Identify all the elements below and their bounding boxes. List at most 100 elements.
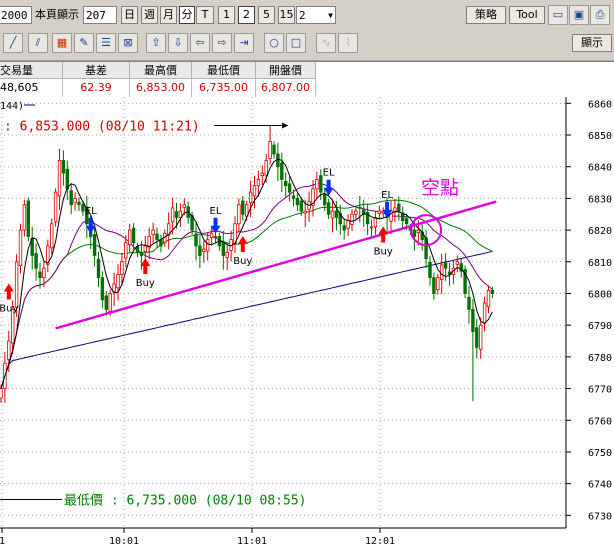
square-icon[interactable]: □ xyxy=(286,33,306,53)
candle-body xyxy=(248,191,253,204)
exit-label: EL xyxy=(381,190,393,201)
candle-body xyxy=(482,302,487,324)
exit-label: EL xyxy=(323,168,335,179)
candle-body xyxy=(209,232,214,239)
page-count-input[interactable]: 207 xyxy=(83,6,117,24)
candle-body xyxy=(350,213,354,225)
candle-body xyxy=(170,207,175,223)
chevron-down-icon: ▼ xyxy=(328,11,333,20)
candle-body xyxy=(280,162,284,180)
period-button-7[interactable]: 5 xyxy=(258,6,275,24)
strategy-button[interactable]: 策略 xyxy=(466,6,506,24)
fit-icon[interactable]: ⇥ xyxy=(234,33,254,53)
line-tool-icon[interactable]: ╱ xyxy=(3,33,23,53)
exit-label: EL xyxy=(85,206,97,217)
period-button-2[interactable]: 月 xyxy=(160,6,177,24)
arrow-down-icon[interactable]: ⇩ xyxy=(168,33,188,53)
candle-body xyxy=(322,193,327,206)
x-tick-label: 11:01 xyxy=(237,536,267,547)
candle-body xyxy=(478,324,483,350)
exit-label: EL xyxy=(210,206,222,217)
candle-body xyxy=(428,262,432,279)
folder-icon[interactable]: ▭ xyxy=(548,5,568,25)
candle-body xyxy=(416,229,420,234)
candle-body xyxy=(326,202,331,215)
properties-icon[interactable]: ☰ xyxy=(96,33,116,53)
candle-body xyxy=(57,159,62,197)
ma-period-tag: 144) xyxy=(0,101,24,112)
y-tick-label: 6790 xyxy=(588,321,612,332)
candle-body xyxy=(92,234,97,256)
candle-body xyxy=(174,211,179,218)
candle-body xyxy=(14,261,19,308)
candle-body xyxy=(198,245,202,256)
period-button-8[interactable]: 15 xyxy=(278,6,295,24)
edit-icon[interactable]: ✎ xyxy=(74,33,94,53)
candle-body xyxy=(295,198,300,206)
quote-value-4: 6,807.00 xyxy=(256,79,316,97)
candle-body xyxy=(346,220,350,229)
price-chart[interactable]: 6860 6850 6840 6830 6820 6810 6800 6790 6780 6770… xyxy=(0,97,614,556)
candle-body xyxy=(53,191,58,223)
quote-value-0: 48,605 xyxy=(0,79,63,97)
drawing-toolbar: ╱ ⫽ ▦ ✎ ☰ ⊠ ⇧ ⇩ ⇦ ⇨ ⇥ ○ □ ∿ ⌇ 顯示 xyxy=(0,30,614,61)
candle-body xyxy=(182,204,186,208)
circle-icon[interactable]: ○ xyxy=(264,33,284,53)
candle-body xyxy=(178,210,183,218)
y-tick-label: 6850 xyxy=(588,131,612,142)
signal-icon[interactable]: ⌇ xyxy=(338,33,358,53)
candle-body xyxy=(69,190,73,206)
candle-body xyxy=(330,210,335,219)
period-button-1[interactable]: 週 xyxy=(141,6,158,24)
quote-value-1: 62.39 xyxy=(63,79,130,97)
color-palette-icon[interactable]: ▦ xyxy=(52,33,72,53)
period-button-0[interactable]: 日 xyxy=(121,6,138,24)
period-button-4[interactable]: T xyxy=(196,6,214,24)
candle-body xyxy=(471,308,475,332)
parallel-line-icon[interactable]: ⫽ xyxy=(28,33,48,53)
candle-body xyxy=(486,289,491,308)
candle-body xyxy=(151,229,155,235)
arrow-left-icon[interactable]: ⇦ xyxy=(190,33,210,53)
interval-select[interactable]: 2 ▼ xyxy=(296,6,336,24)
candle-body xyxy=(303,210,307,214)
candle-body xyxy=(65,168,69,190)
candle-body xyxy=(436,277,440,291)
period-button-5[interactable]: 1 xyxy=(218,6,235,24)
quote-header-1: 基差 xyxy=(63,62,130,79)
save-icon[interactable]: ▣ xyxy=(569,5,589,25)
candle-body xyxy=(73,198,77,204)
y-tick-label: 6740 xyxy=(588,480,612,491)
x-tick-label: 12:01 xyxy=(365,536,395,547)
quote-header-3: 最低價 xyxy=(192,62,256,79)
candle-body xyxy=(116,274,120,289)
candle-body xyxy=(439,264,444,280)
period-button-6[interactable]: 2 xyxy=(238,6,255,24)
x-tick-label: 10:01 xyxy=(109,536,139,547)
code-input[interactable]: 2000 xyxy=(0,6,32,24)
candle-body xyxy=(26,200,30,237)
strategy-label: 策略 xyxy=(475,8,497,21)
y-tick-label: 6750 xyxy=(588,448,612,459)
tool-button[interactable]: Tool xyxy=(509,6,545,24)
candle-body xyxy=(358,206,362,209)
delete-icon[interactable]: ⊠ xyxy=(118,33,138,53)
display-button[interactable]: 顯示 xyxy=(572,34,612,52)
candle-body xyxy=(283,180,288,187)
quote-header-4: 開盤價 xyxy=(256,62,316,79)
arrow-right-icon[interactable]: ⇨ xyxy=(212,33,232,53)
candle-body xyxy=(276,153,280,168)
arrow-up-icon[interactable]: ⇧ xyxy=(146,33,166,53)
candle-body xyxy=(131,227,136,244)
candle-body xyxy=(291,195,296,199)
print-icon[interactable]: ⎙ xyxy=(590,5,610,25)
candle-body xyxy=(120,261,124,275)
y-tick-label: 6760 xyxy=(588,416,612,427)
candle-body xyxy=(221,241,225,256)
candle-body xyxy=(104,295,108,310)
period-button-3[interactable]: 分 xyxy=(179,6,195,24)
display-label: 顯示 xyxy=(581,36,603,49)
candle-body xyxy=(354,210,358,215)
wave-icon[interactable]: ∿ xyxy=(316,33,336,53)
candle-body xyxy=(155,233,159,241)
